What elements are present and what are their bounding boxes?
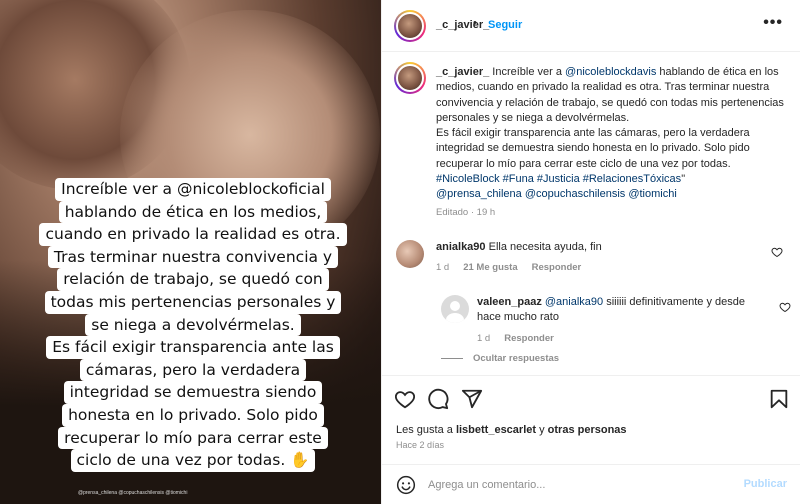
reply-username[interactable]: valeen_paaz bbox=[477, 296, 542, 308]
comment-text: anialka90 Ella necesita ayuda, fin bbox=[436, 240, 756, 255]
caption-mention-link[interactable]: @nicoleblockdavis bbox=[565, 66, 656, 78]
image-small-tags: @prensa_chilena @copuchaschilensis @tiom… bbox=[78, 490, 188, 496]
comment-input[interactable] bbox=[428, 475, 728, 495]
reply-meta: 1 d Responder bbox=[477, 333, 554, 344]
share-icon[interactable] bbox=[461, 388, 483, 410]
caption-line: recuperar lo mío para cerrar este bbox=[58, 426, 328, 450]
comment-icon[interactable] bbox=[427, 388, 449, 410]
caption-meta: Editado · 19 h bbox=[436, 207, 496, 218]
reply-reply-button[interactable]: Responder bbox=[504, 333, 554, 344]
publish-button[interactable]: Publicar bbox=[744, 478, 787, 490]
caption-hashtag-tail: " bbox=[681, 173, 686, 186]
hide-replies-button[interactable]: Ocultar respuestas bbox=[441, 353, 559, 364]
reply-time: 1 d bbox=[477, 333, 491, 344]
comment-time: 1 d bbox=[436, 262, 450, 273]
caption-line: Tras terminar nuestra convivencia y bbox=[47, 245, 339, 269]
comment-body: Ella necesita ayuda, fin bbox=[488, 241, 602, 253]
commenter-avatar[interactable] bbox=[396, 240, 424, 268]
likes-user[interactable]: lisbett_escarlet bbox=[456, 424, 536, 436]
hide-replies-line bbox=[441, 358, 463, 359]
reply-avatar[interactable] bbox=[441, 295, 469, 323]
reply-text: valeen_paaz @anialka90 siiiiii definitiv… bbox=[477, 295, 767, 325]
author-avatar[interactable] bbox=[394, 10, 426, 42]
comment-likes[interactable]: 21 Me gusta bbox=[463, 262, 517, 273]
caption-username[interactable]: _c_javier_ bbox=[436, 66, 489, 78]
caption-line: cámaras, pero la verdadera bbox=[79, 358, 307, 382]
caption-line: Es fácil exigir transparencia ante las bbox=[46, 336, 340, 359]
caption-line: hablando de ética en los medios, bbox=[58, 200, 328, 224]
comment-like-heart-icon[interactable] bbox=[771, 246, 783, 258]
caption-author-avatar[interactable] bbox=[394, 62, 426, 94]
follow-button[interactable]: Seguir bbox=[488, 19, 522, 31]
likes-others[interactable]: otras personas bbox=[548, 424, 627, 436]
comment-reply-button[interactable]: Responder bbox=[532, 262, 582, 273]
likes-summary: Les gusta a lisbett_escarlet y otras per… bbox=[396, 424, 627, 436]
comment-username[interactable]: anialka90 bbox=[436, 241, 486, 253]
caption-text-part: Increíble ver a bbox=[489, 66, 566, 78]
emoji-icon[interactable] bbox=[396, 475, 416, 495]
caption-line: cuando en privado la realidad es otra. bbox=[39, 223, 347, 246]
comment-composer: Publicar bbox=[382, 464, 800, 504]
heart-icon[interactable] bbox=[394, 388, 416, 410]
bookmark-icon[interactable] bbox=[768, 388, 790, 410]
caption-line: integridad se demuestra siendo bbox=[63, 381, 323, 404]
caption-hashtags[interactable]: #NicoleBlock #Funa #Justicia #Relaciones… bbox=[436, 173, 681, 185]
caption-line: se niega a devolvérmelas. bbox=[85, 313, 301, 337]
more-options-icon[interactable]: ••• bbox=[763, 14, 783, 32]
action-bar: Les gusta a lisbett_escarlet y otras per… bbox=[382, 375, 800, 504]
instagram-post-modal: Increíble ver a @nicoleblockoficial habl… bbox=[0, 0, 800, 504]
caption-mentions[interactable]: @prensa_chilena @copuchaschilensis @tiom… bbox=[436, 188, 677, 200]
caption-text: _c_javier_ Increíble ver a @nicoleblockd… bbox=[436, 65, 786, 203]
post-date: Hace 2 días bbox=[396, 440, 445, 450]
caption-line: todas mis pertenencias personales y bbox=[44, 290, 342, 314]
hide-replies-label: Ocultar respuestas bbox=[473, 353, 560, 364]
caption-paragraph-2: Es fácil exigir transparencia ante las c… bbox=[436, 127, 750, 170]
post-image[interactable]: Increíble ver a @nicoleblockoficial habl… bbox=[0, 0, 381, 504]
caption-line: relación de trabajo, se quedó con bbox=[57, 268, 329, 291]
author-username[interactable]: _c_javier_ bbox=[436, 19, 489, 31]
likes-prefix: Les gusta a bbox=[396, 424, 456, 436]
reply-like-heart-icon[interactable] bbox=[779, 301, 791, 313]
caption-line: ciclo de una vez por todas. ✋ bbox=[70, 449, 316, 472]
caption-line: Increíble ver a @nicoleblockoficial bbox=[55, 178, 331, 201]
reply-mention[interactable]: @anialka90 bbox=[545, 296, 603, 308]
comment-meta: 1 d 21 Me gusta Responder bbox=[436, 262, 581, 273]
separator-dot: • bbox=[473, 17, 477, 29]
post-header: _c_javier_ • Seguir ••• bbox=[382, 0, 800, 52]
caption-line: honesta en lo privado. Solo pido bbox=[62, 403, 324, 427]
post-sidebar: _c_javier_ • Seguir ••• _c_javier_ Incre… bbox=[381, 0, 800, 504]
image-caption-text: Increíble ver a @nicoleblockoficial habl… bbox=[39, 178, 347, 472]
likes-mid: y bbox=[536, 424, 548, 436]
